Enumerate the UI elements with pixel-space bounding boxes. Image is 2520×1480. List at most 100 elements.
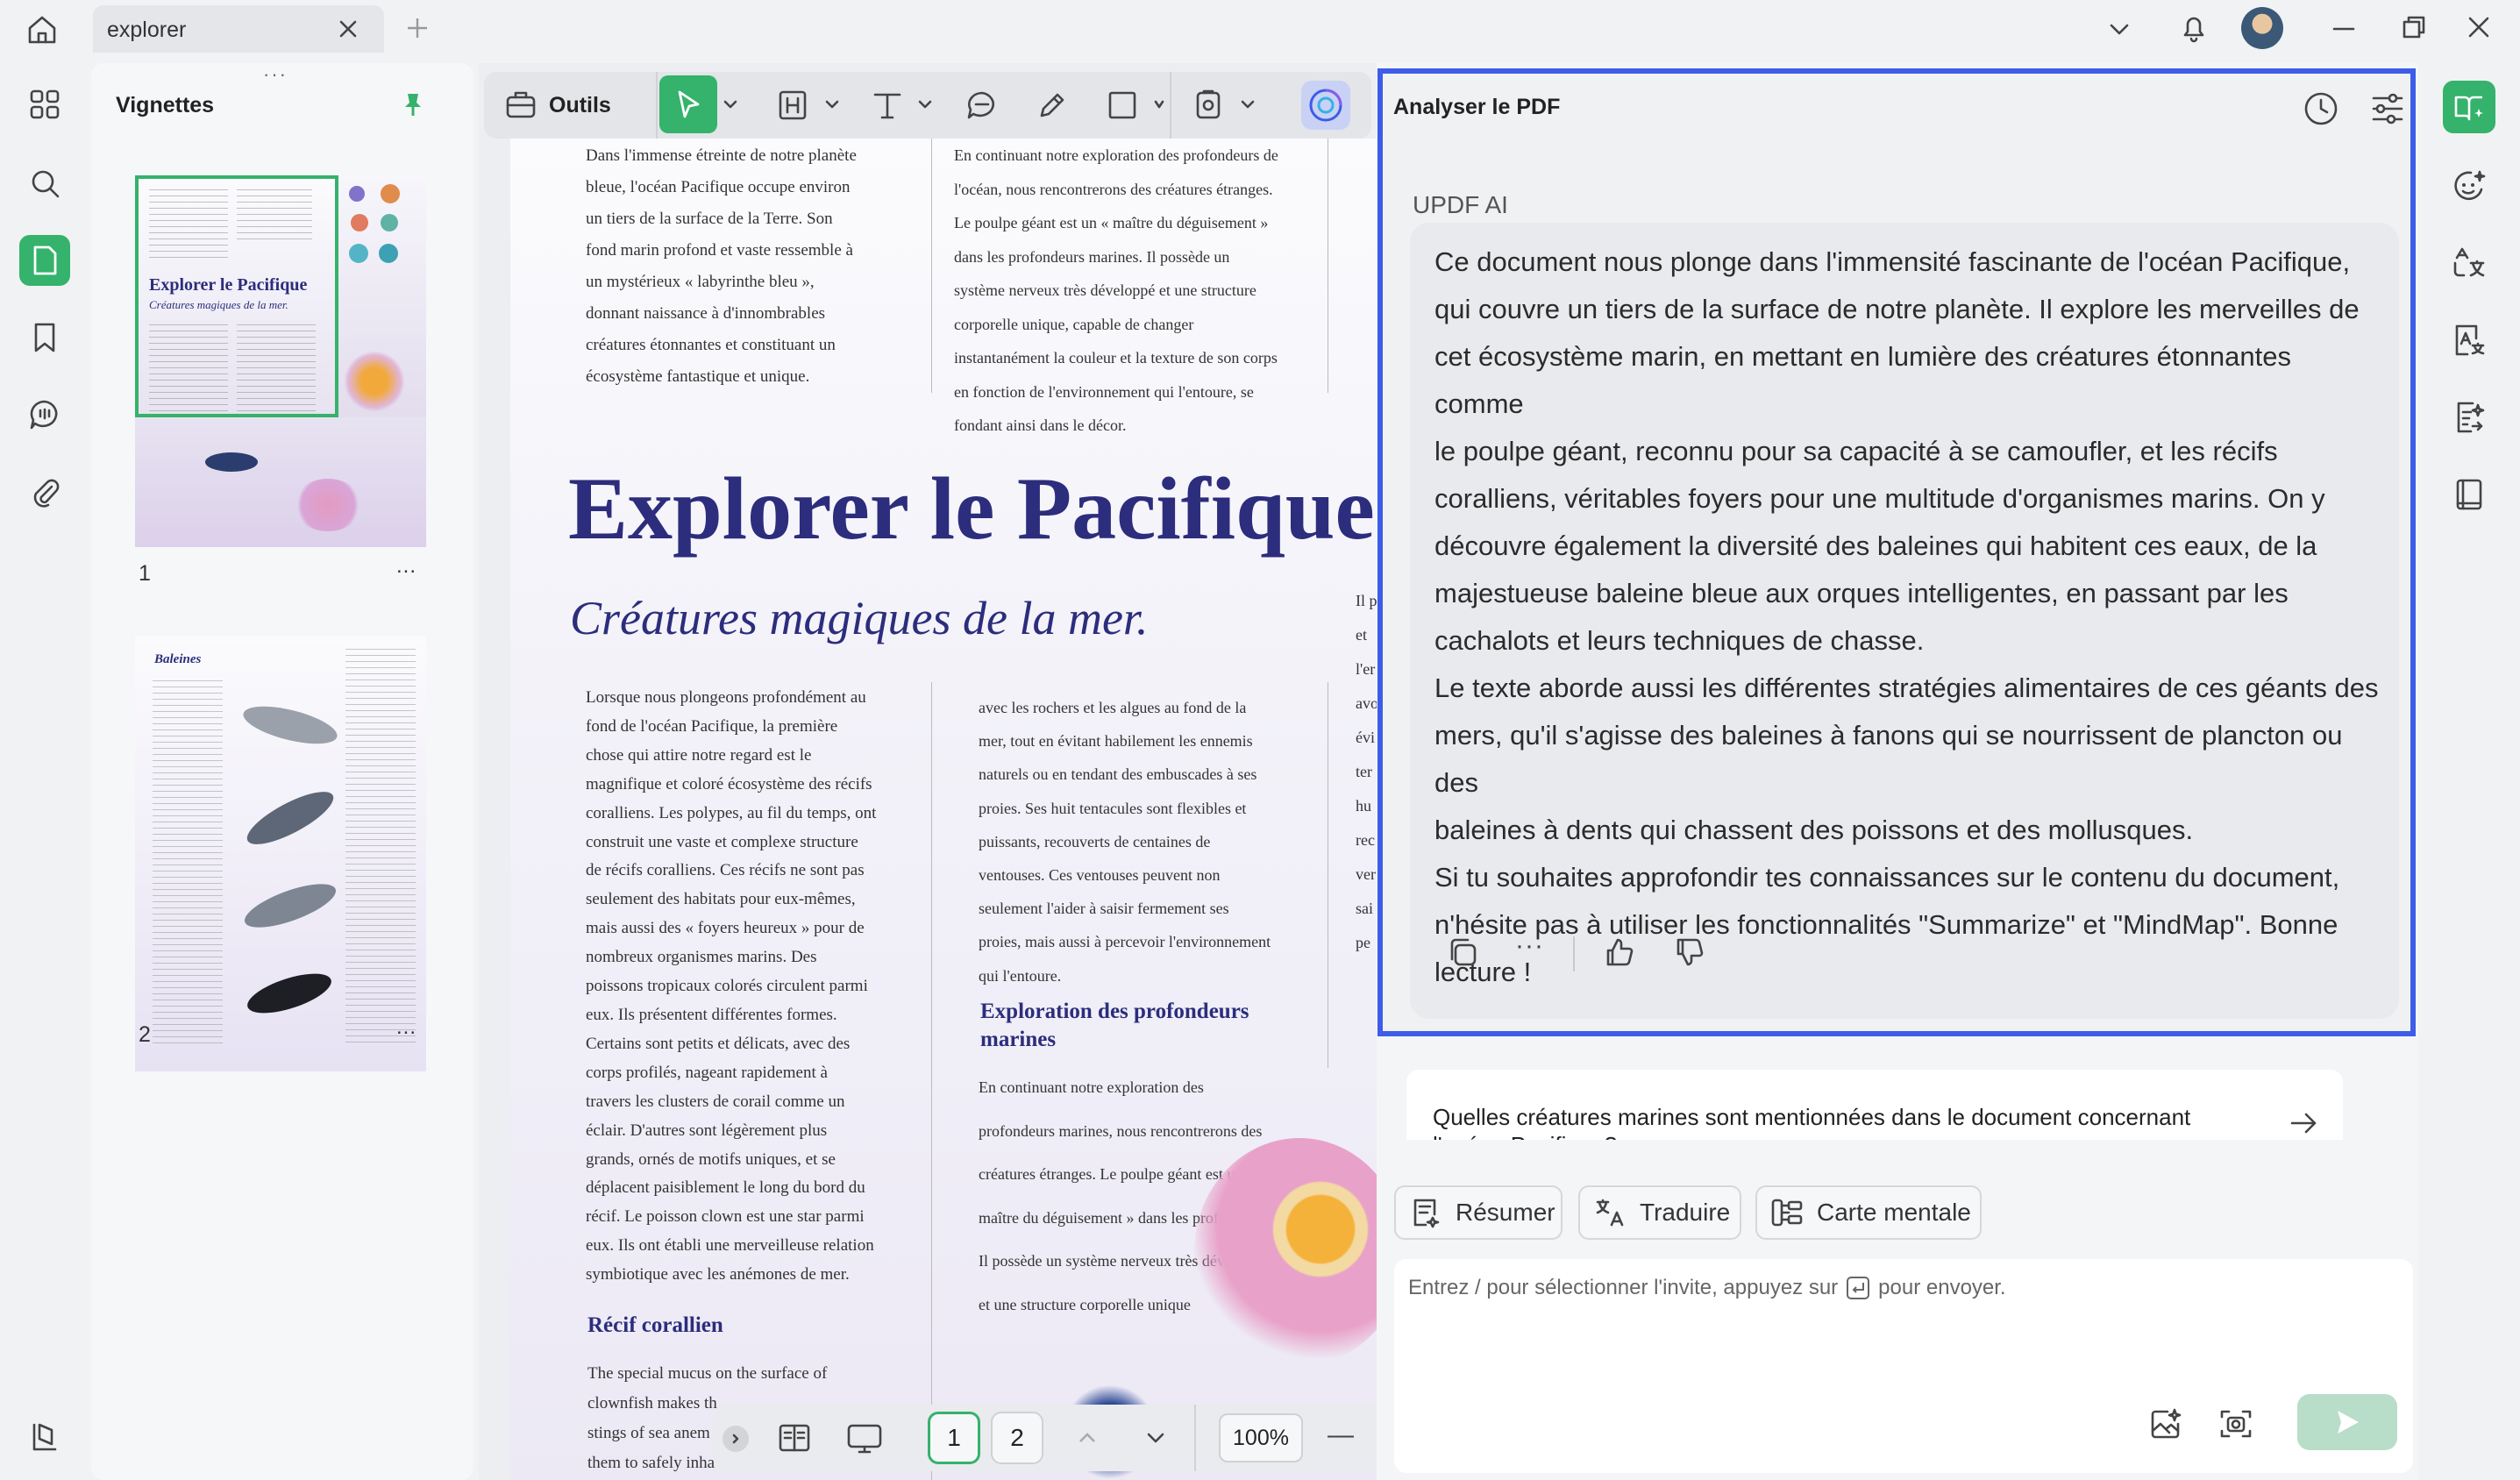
ai-icon bbox=[1306, 86, 1345, 125]
thumbs-down-icon[interactable] bbox=[1671, 935, 1706, 970]
ai-answer-bubble: Ce document nous plonge dans l'immensité… bbox=[1410, 223, 2399, 1019]
minimize-icon[interactable] bbox=[2331, 16, 2357, 42]
next-page-icon[interactable] bbox=[1142, 1424, 1170, 1452]
whale-illustration bbox=[240, 699, 341, 751]
presentation-icon[interactable] bbox=[845, 1420, 884, 1455]
text-line: Il p bbox=[1356, 584, 1378, 618]
thumbnail-menu-icon[interactable]: ... bbox=[396, 1015, 416, 1040]
comment-icon[interactable] bbox=[19, 389, 70, 440]
text-line: créatures étonnantes et constituant un bbox=[586, 330, 919, 361]
bookmark-icon[interactable] bbox=[19, 312, 70, 363]
chevron-down-icon[interactable] bbox=[824, 96, 840, 112]
text-line: évi bbox=[1356, 721, 1378, 755]
avatar[interactable] bbox=[2241, 7, 2283, 49]
coral-illustration bbox=[293, 479, 363, 531]
previous-page-icon[interactable] bbox=[1073, 1424, 1101, 1452]
stamp-tool-icon[interactable] bbox=[1191, 88, 1226, 123]
summarize-button[interactable]: Résumer bbox=[1394, 1185, 1563, 1240]
toolbar-divider bbox=[656, 72, 658, 139]
action-divider bbox=[1573, 936, 1575, 971]
arrow-right-icon[interactable] bbox=[2289, 1110, 2320, 1136]
highlight-tool-icon[interactable] bbox=[775, 88, 810, 123]
ai-assistant-button[interactable] bbox=[1301, 81, 1350, 130]
send-button[interactable] bbox=[2297, 1394, 2397, 1450]
book-icon[interactable] bbox=[2445, 470, 2494, 519]
text-line: Le poulpe géant est un « maître du dégui… bbox=[954, 206, 1349, 240]
text-line: En continuant notre exploration des bbox=[979, 1066, 1329, 1110]
pen-tool-icon[interactable] bbox=[1035, 88, 1070, 123]
home-icon[interactable] bbox=[25, 12, 60, 47]
translate-button[interactable]: Traduire bbox=[1578, 1185, 1741, 1240]
sidebar-settings-icon[interactable] bbox=[19, 1412, 70, 1462]
screenshot-icon[interactable] bbox=[2218, 1406, 2253, 1441]
copy-icon[interactable] bbox=[1445, 935, 1480, 970]
summarize-label: Résumer bbox=[1456, 1199, 1555, 1227]
text-line: naturels ou en tendant des embuscades à … bbox=[979, 758, 1329, 791]
ai-reader-icon[interactable] bbox=[2443, 81, 2495, 133]
select-tool-button[interactable] bbox=[659, 75, 717, 133]
prompt-input[interactable]: Entrez / pour sélectionner l'invite, app… bbox=[1394, 1259, 2413, 1473]
page-button-2[interactable]: 2 bbox=[991, 1412, 1043, 1464]
settings-sliders-icon[interactable] bbox=[2368, 89, 2407, 128]
coral-illustration bbox=[381, 184, 400, 203]
shape-tool-icon[interactable] bbox=[1105, 88, 1140, 123]
text-line: The special mucus on the surface of bbox=[587, 1359, 921, 1389]
thumbs-up-icon[interactable] bbox=[1601, 935, 1636, 970]
text-line: éclair. D'autres sont légèrement plus bbox=[586, 1117, 936, 1146]
answer-line: lecture ! bbox=[1434, 949, 2381, 996]
grid-icon[interactable] bbox=[19, 79, 70, 130]
attachment-icon[interactable] bbox=[19, 466, 70, 517]
chevron-down-icon[interactable] bbox=[1154, 96, 1164, 112]
expand-icon[interactable] bbox=[723, 1426, 749, 1452]
text-column: avec les rochers et les algues au fond d… bbox=[979, 691, 1329, 993]
text-line: avo bbox=[1356, 687, 1378, 721]
tools-menu[interactable]: Outils bbox=[503, 88, 611, 123]
zoom-out-button[interactable]: — bbox=[1328, 1420, 1354, 1450]
history-icon[interactable] bbox=[2302, 89, 2340, 128]
restore-icon[interactable] bbox=[2401, 14, 2427, 40]
zoom-level[interactable]: 100% bbox=[1219, 1413, 1303, 1462]
two-page-view-icon[interactable] bbox=[777, 1420, 812, 1455]
page-button-1[interactable]: 1 bbox=[928, 1412, 980, 1464]
suggested-question[interactable]: Quelles créatures marines sont mentionné… bbox=[1406, 1070, 2343, 1140]
pin-icon[interactable] bbox=[400, 91, 426, 117]
chevron-down-icon[interactable] bbox=[917, 96, 933, 112]
new-tab-icon[interactable] bbox=[405, 16, 430, 40]
text-line: magnifique et coloré écosystème des réci… bbox=[586, 771, 936, 800]
translate-icon[interactable] bbox=[2445, 238, 2494, 288]
mindmap-button[interactable]: Carte mentale bbox=[1755, 1185, 1982, 1240]
panel-drag-handle[interactable]: ··· bbox=[263, 63, 288, 86]
text-tool-icon[interactable] bbox=[870, 88, 905, 123]
text-line: nombreux organismes marins. Des bbox=[586, 943, 936, 972]
ai-chat-icon[interactable] bbox=[2445, 161, 2494, 210]
coral-illustration bbox=[351, 214, 368, 231]
bell-icon[interactable] bbox=[2176, 11, 2211, 46]
thumbnail-page-1-bottom bbox=[135, 417, 426, 547]
chevron-down-icon[interactable] bbox=[1240, 96, 1256, 112]
document-reader-icon[interactable] bbox=[19, 235, 70, 286]
ocr-icon[interactable] bbox=[2445, 316, 2494, 365]
text-line: ter bbox=[1356, 755, 1378, 789]
thumbnail-menu-icon[interactable]: ... bbox=[396, 554, 416, 579]
thumbnail-page-1[interactable]: Explorer le Pacifique Créatures magiques… bbox=[135, 175, 338, 417]
comment-tool-icon[interactable] bbox=[965, 88, 1000, 123]
close-tab-icon[interactable] bbox=[337, 18, 359, 40]
text-line: un mystérieux « labyrinthe bleu », bbox=[586, 267, 919, 298]
translate-label: Traduire bbox=[1640, 1199, 1730, 1227]
document-tab[interactable]: explorer bbox=[93, 5, 384, 53]
thumbnail-2-title: Baleines bbox=[154, 652, 201, 667]
chevron-down-icon[interactable] bbox=[723, 96, 738, 112]
more-options-icon[interactable]: ··· bbox=[1515, 931, 1544, 961]
thumbnail-page-2[interactable]: Baleines bbox=[135, 637, 426, 1071]
text-line: Certains sont petits et délicats, avec d… bbox=[586, 1030, 936, 1059]
cursor-icon bbox=[671, 87, 706, 122]
close-window-icon[interactable] bbox=[2466, 14, 2492, 40]
text-line: pe bbox=[1356, 926, 1378, 960]
chevron-down-icon[interactable] bbox=[2106, 16, 2132, 42]
ai-document-icon[interactable] bbox=[2445, 393, 2494, 442]
text-line: seulement des habitats pour eux-mêmes, bbox=[586, 886, 936, 914]
text-line: récif. Le poisson clown est une star par… bbox=[586, 1203, 936, 1232]
image-ai-icon[interactable] bbox=[2148, 1406, 2183, 1441]
search-icon[interactable] bbox=[19, 158, 70, 209]
enter-key-icon bbox=[1845, 1275, 1871, 1301]
